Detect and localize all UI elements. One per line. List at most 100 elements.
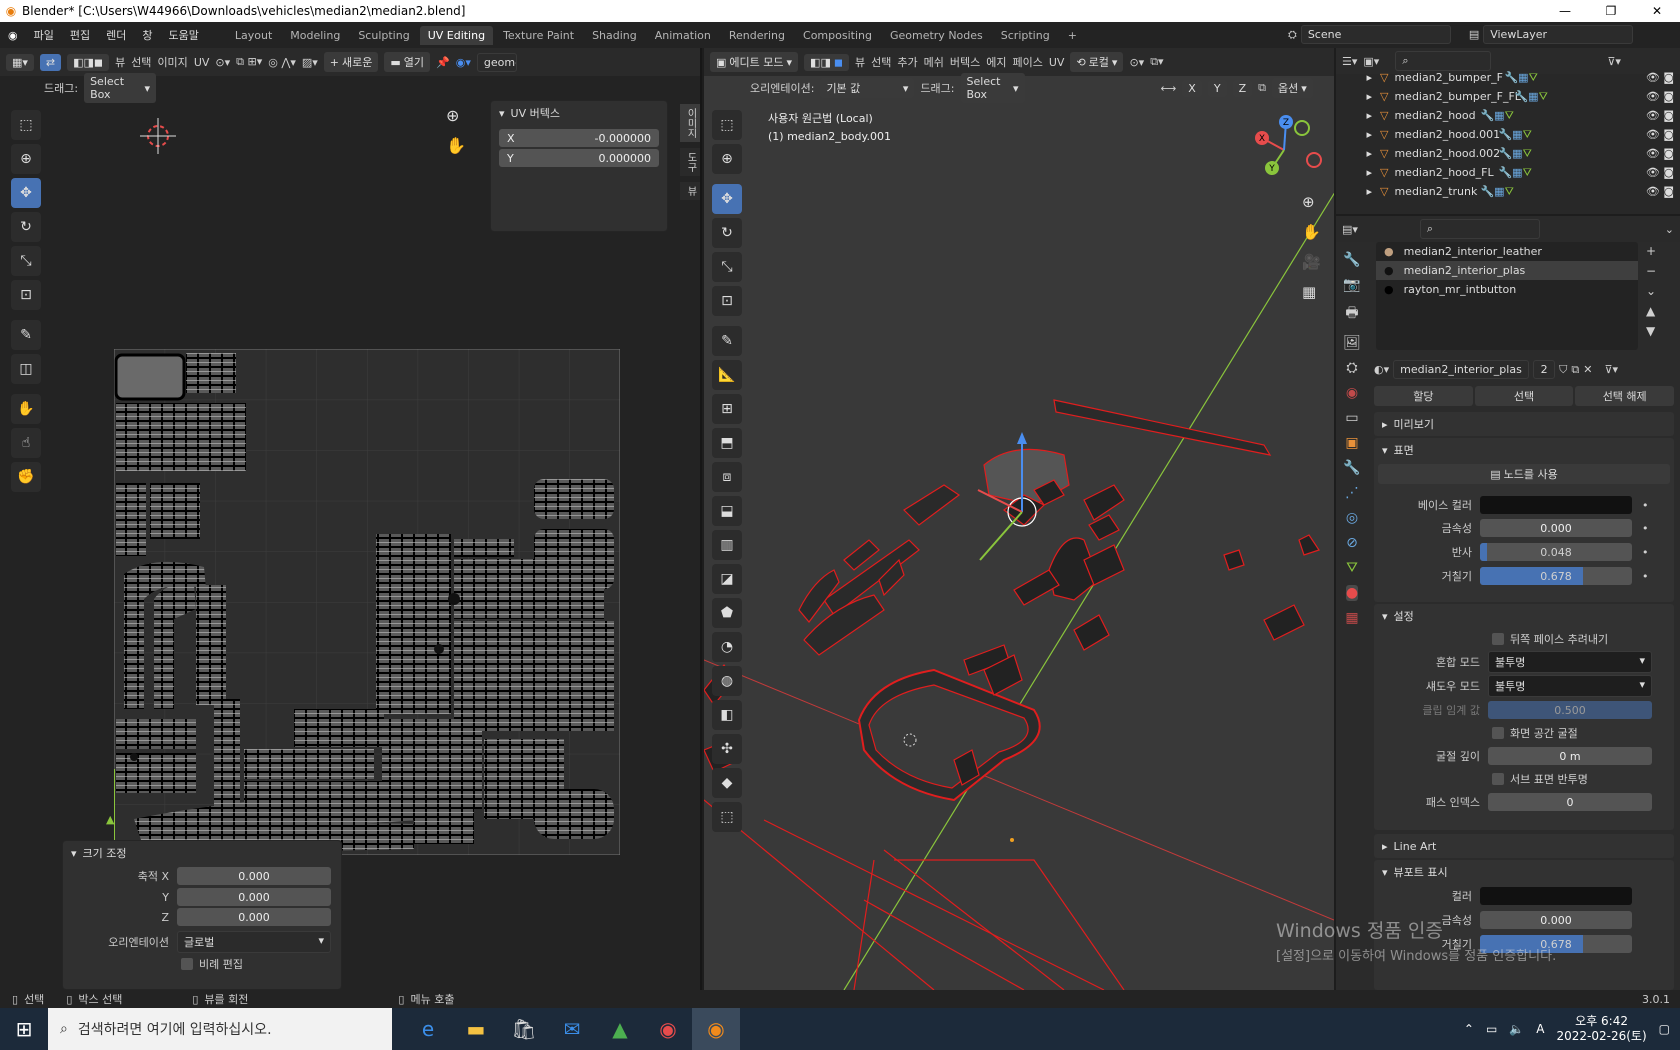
menu-window[interactable]: 창 bbox=[134, 27, 160, 43]
material-tab-icon[interactable]: ● bbox=[1345, 585, 1359, 601]
assign-button[interactable]: 할당 bbox=[1374, 386, 1473, 406]
overlay-icon[interactable]: ◉▾ bbox=[456, 56, 471, 69]
pivot-icon[interactable]: ⊙▾ bbox=[215, 56, 230, 69]
vp-transform-tool-icon[interactable]: ⊡ bbox=[712, 286, 742, 316]
volume-icon[interactable]: 🔈 bbox=[1509, 1022, 1524, 1036]
outliner-display-icon[interactable]: ▣▾ bbox=[1363, 55, 1379, 68]
add-slot-button[interactable]: + bbox=[1646, 244, 1656, 258]
image-browse-icon[interactable]: ▨▾ bbox=[302, 56, 318, 69]
viewport-scene[interactable] bbox=[704, 100, 1334, 990]
unlink-material-icon[interactable]: ✕ bbox=[1583, 363, 1592, 376]
add-workspace-button[interactable]: + bbox=[1060, 26, 1085, 45]
roughness-slider[interactable]: 0.678 bbox=[1480, 567, 1632, 585]
material-users-count[interactable]: 2 bbox=[1533, 360, 1556, 379]
output-tab-icon[interactable]: 🖶 bbox=[1345, 302, 1358, 326]
outliner-row[interactable]: ▸ ▽ median2_hood 🔧▦ ⛛ 👁 ◙ bbox=[1336, 106, 1680, 125]
vp-menu-mesh[interactable]: 메쉬 bbox=[924, 54, 944, 70]
subsurface-translucency-checkbox[interactable] bbox=[1492, 773, 1504, 785]
uv-y-field[interactable]: Y 0.000000 bbox=[499, 149, 659, 167]
base-color-swatch[interactable] bbox=[1480, 496, 1632, 514]
new-image-button[interactable]: + 새로운 bbox=[323, 52, 379, 72]
uv-zoom-icon[interactable]: ⊕ bbox=[446, 106, 459, 125]
texture-tab-icon[interactable]: ▦ bbox=[1345, 610, 1358, 626]
scale-x-field[interactable]: 0.000 bbox=[177, 867, 331, 885]
vp-orientation-select[interactable]: 기본 값 ▾ bbox=[820, 78, 915, 98]
collection-tab-icon[interactable]: ▭ bbox=[1345, 410, 1358, 426]
vp-menu-add[interactable]: 추가 bbox=[897, 54, 917, 70]
properties-options-icon[interactable]: ⌄ bbox=[1665, 223, 1674, 236]
vp-bevel-tool-icon[interactable]: ⬓ bbox=[712, 496, 742, 526]
vp-scale-tool-icon[interactable]: ⤡ bbox=[712, 252, 742, 282]
vp-zoom-icon[interactable]: ⊕ bbox=[1302, 193, 1321, 211]
line-art-panel[interactable]: ▸ Line Art bbox=[1374, 834, 1674, 858]
maps-icon[interactable]: ▲ bbox=[596, 1008, 644, 1050]
vp-knife-tool-icon[interactable]: ◪ bbox=[712, 564, 742, 594]
tab-compositing[interactable]: Compositing bbox=[795, 26, 880, 45]
vp-smooth-tool-icon[interactable]: ◍ bbox=[712, 666, 742, 696]
tab-shading[interactable]: Shading bbox=[584, 26, 645, 45]
pinch-tool-icon[interactable]: ✊ bbox=[11, 462, 41, 492]
outliner-editor-icon[interactable]: ☰▾ bbox=[1342, 55, 1357, 68]
vp-menu-uv[interactable]: UV bbox=[1049, 56, 1065, 69]
menu-render[interactable]: 렌더 bbox=[98, 27, 134, 43]
move-slot-down-button[interactable]: ▼ bbox=[1646, 324, 1656, 338]
mirror-x-toggle[interactable]: X bbox=[1182, 79, 1202, 97]
minimize-button[interactable]: — bbox=[1542, 0, 1588, 22]
material-browse-icon[interactable]: ◐▾ bbox=[1374, 363, 1389, 376]
tab-animation[interactable]: Animation bbox=[647, 26, 719, 45]
rotate-tool-icon[interactable]: ↻ bbox=[11, 212, 41, 242]
cursor-tool-icon[interactable]: ⊕ bbox=[11, 144, 41, 174]
sidebar-tab-tool[interactable]: 도구 bbox=[680, 148, 700, 176]
vp-annotate-tool-icon[interactable]: ✎ bbox=[712, 326, 742, 356]
tab-modeling[interactable]: Modeling bbox=[282, 26, 348, 45]
uv-menu-select[interactable]: 선택 bbox=[131, 54, 151, 70]
specular-slider[interactable]: 0.048 bbox=[1480, 543, 1632, 561]
tray-chevron-icon[interactable]: ⌃ bbox=[1464, 1022, 1474, 1036]
tab-rendering[interactable]: Rendering bbox=[721, 26, 793, 45]
render-tab-icon[interactable]: 📷 bbox=[1343, 277, 1360, 293]
vp-spin-tool-icon[interactable]: ◔ bbox=[712, 632, 742, 662]
uv-menu-view[interactable]: 뷰 bbox=[115, 54, 125, 70]
uv-canvas[interactable] bbox=[114, 349, 620, 855]
use-nodes-button[interactable]: ▤ 노드를 사용 bbox=[1378, 464, 1670, 484]
deselect-button[interactable]: 선택 해제 bbox=[1575, 386, 1675, 406]
mail-icon[interactable]: ✉ bbox=[548, 1008, 596, 1050]
world-tab-icon[interactable]: ◉ bbox=[1346, 385, 1358, 401]
vp-menu-vertex[interactable]: 버텍스 bbox=[950, 54, 980, 70]
annotate-tool-icon[interactable]: ✎ bbox=[11, 320, 41, 350]
uv-pan-icon[interactable]: ✋ bbox=[446, 136, 466, 155]
outliner-row[interactable]: ▸ ▽ median2_hood.001 🔧▦ ⛛ 👁 ◙ bbox=[1336, 125, 1680, 144]
edge-browser-icon[interactable]: e bbox=[404, 1008, 452, 1050]
tab-geometry-nodes[interactable]: Geometry Nodes bbox=[882, 26, 991, 45]
vp-grid-toggle-icon[interactable]: ▦ bbox=[1302, 283, 1321, 301]
vp-rip-tool-icon[interactable]: ⬚ bbox=[712, 802, 742, 832]
tab-texture-paint[interactable]: Texture Paint bbox=[495, 26, 582, 45]
mirror-icon[interactable]: ⟷ bbox=[1161, 82, 1177, 95]
vd-color-swatch[interactable] bbox=[1480, 887, 1632, 905]
mirror-y-toggle[interactable]: Y bbox=[1207, 79, 1227, 97]
material-name-field[interactable]: median2_interior_plas bbox=[1393, 360, 1530, 379]
uv-menu-uv[interactable]: UV bbox=[194, 56, 210, 69]
object-tab-icon[interactable]: ▣ bbox=[1345, 435, 1358, 451]
vp-menu-view[interactable]: 뷰 bbox=[855, 54, 865, 70]
outliner-row[interactable]: ▸ ▽ median2_bumper_F_FL 🔧▦ ⛛ 👁 ◙ bbox=[1336, 87, 1680, 106]
orientation-select[interactable]: 글로벌 ▾ bbox=[177, 931, 331, 953]
scale-tool-icon[interactable]: ⤡ bbox=[11, 246, 41, 276]
select-box-tool-icon[interactable]: ⬚ bbox=[11, 110, 41, 140]
mirror-z-toggle[interactable]: Z bbox=[1232, 79, 1253, 97]
tab-layout[interactable]: Layout bbox=[227, 26, 280, 45]
network-icon[interactable]: ▭ bbox=[1486, 1022, 1497, 1036]
vp-polybuild-tool-icon[interactable]: ⬟ bbox=[712, 598, 742, 628]
view-layer-field[interactable]: ViewLayer bbox=[1483, 25, 1634, 44]
material-slot-row[interactable]: ● median2_interior_leather bbox=[1376, 242, 1638, 261]
properties-search-input[interactable]: ⌕ bbox=[1419, 219, 1540, 239]
scene-tab-icon[interactable]: ⛭ bbox=[1346, 360, 1357, 376]
properties-editor-icon[interactable]: ▤▾ bbox=[1342, 223, 1358, 236]
vp-camera-icon[interactable]: 🎥 bbox=[1302, 253, 1321, 271]
vp-pivot-icon[interactable]: ⊙▾ bbox=[1129, 56, 1144, 69]
select-mode-buttons[interactable]: ◧◨◼ bbox=[67, 53, 110, 71]
mesh-select-mode-buttons[interactable]: ◧◨ ◼ bbox=[804, 53, 849, 71]
refraction-depth-field[interactable]: 0 m bbox=[1488, 747, 1652, 765]
proportional-checkbox[interactable] bbox=[181, 958, 193, 970]
view-layer-icon[interactable]: ▤ bbox=[1469, 28, 1479, 41]
